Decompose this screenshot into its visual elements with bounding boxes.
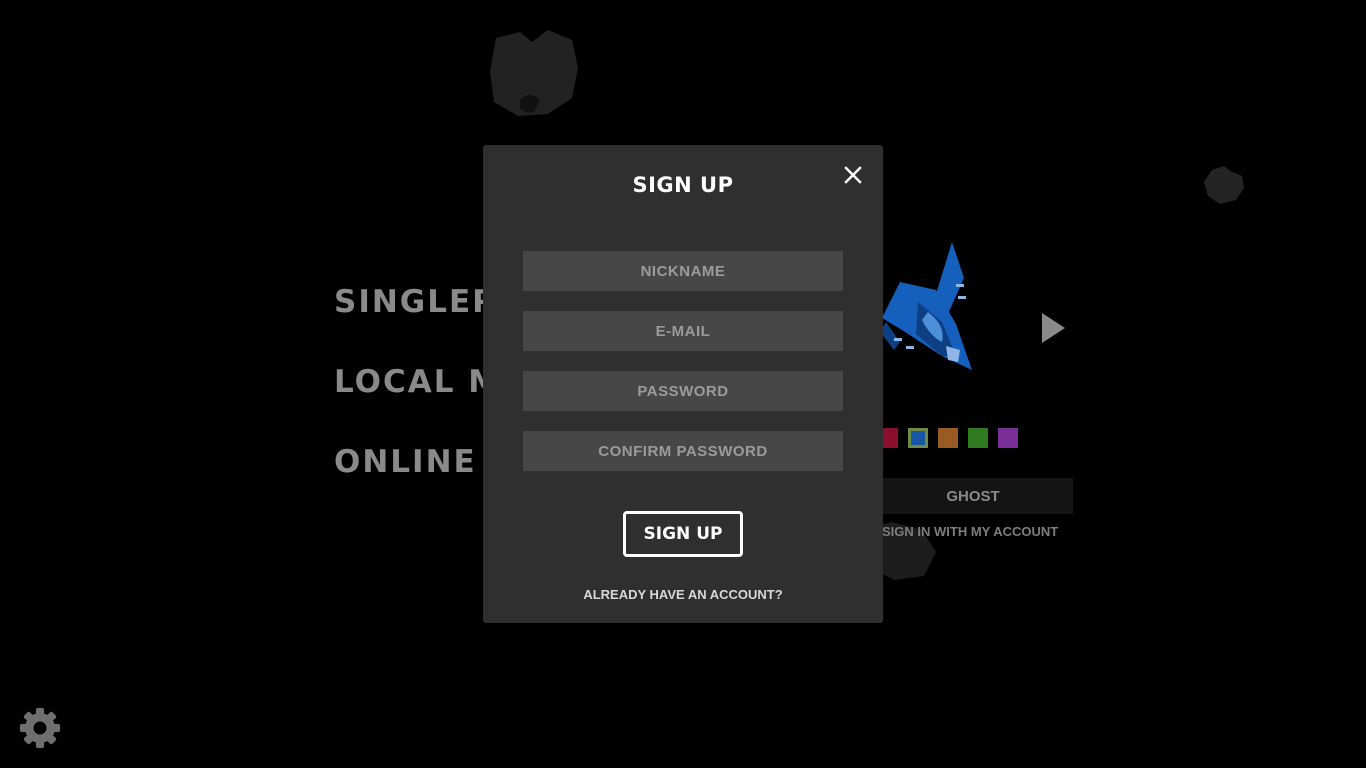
email-input[interactable] [523, 311, 843, 351]
close-icon[interactable] [841, 163, 865, 187]
dialog-title: SIGN UP [632, 173, 734, 197]
spaceship-preview [880, 242, 972, 370]
color-swatch-purple[interactable] [998, 428, 1018, 448]
confirm-password-input[interactable] [523, 431, 843, 471]
signup-button[interactable]: SIGN UP [623, 511, 743, 557]
password-input[interactable] [523, 371, 843, 411]
color-swatch-orange[interactable] [938, 428, 958, 448]
player-nickname-field[interactable]: GHOST [873, 478, 1073, 514]
signin-with-account-link[interactable]: SIGN IN WITH MY ACCOUNT [882, 524, 1058, 539]
color-swatch-green[interactable] [968, 428, 988, 448]
play-arrow-icon[interactable] [1040, 312, 1066, 344]
color-swatch-blue[interactable] [908, 428, 928, 448]
gear-icon[interactable] [19, 707, 61, 749]
signup-dialog: SIGN UP SIGN UP ALREADY HAVE AN ACCOUNT? [483, 145, 883, 623]
asteroid-large [490, 30, 578, 116]
nickname-input[interactable] [523, 251, 843, 291]
already-have-account-link[interactable]: ALREADY HAVE AN ACCOUNT? [483, 587, 883, 602]
menu-dim-overlay [334, 280, 484, 490]
asteroid-small [1204, 166, 1244, 204]
